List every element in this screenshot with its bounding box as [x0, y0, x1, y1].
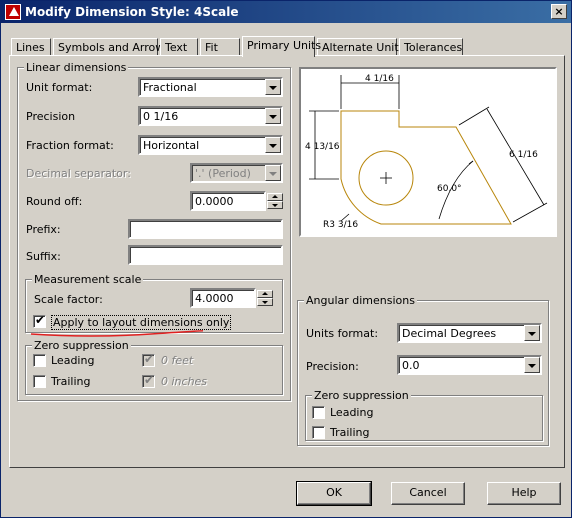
angular-units-format-select[interactable]: Decimal Degrees — [397, 323, 542, 343]
tab-alternate-units[interactable]: Alternate Units — [317, 38, 404, 56]
fraction-format-label: Fraction format: — [26, 139, 114, 152]
dialog-window: Modify Dimension Style: 4Scale × Lines S… — [0, 0, 572, 518]
round-off-label: Round off: — [26, 195, 83, 208]
chevron-down-icon[interactable] — [524, 357, 540, 373]
angular-precision-label: Precision: — [306, 360, 359, 373]
spin-up-icon[interactable] — [267, 193, 283, 201]
dimension-preview: 4 1/16 4 13/16 6 1/16 60.0° R3 3/16 — [299, 67, 557, 237]
autocad-icon — [5, 4, 21, 20]
precision-value: 0 1/16 — [143, 110, 179, 123]
close-button[interactable]: × — [551, 4, 567, 19]
group-title: Zero suppression — [32, 339, 131, 352]
unit-format-value: Fractional — [143, 81, 197, 94]
zero-feet-checkbox[interactable]: ✔ — [142, 352, 155, 367]
angular-trailing-checkbox[interactable] — [312, 426, 325, 439]
title-bar[interactable]: Modify Dimension Style: 4Scale × — [1, 1, 571, 23]
zero-inches-label: 0 inches — [161, 375, 208, 388]
angular-precision-value: 0.0 — [402, 359, 420, 372]
prefix-input[interactable] — [128, 219, 283, 239]
annotation-underline — [31, 330, 203, 337]
tab-symbols-and-arrows[interactable]: Symbols and Arrows — [53, 38, 170, 56]
zero-inches-checkbox[interactable]: ✔ — [142, 373, 155, 388]
round-off-input[interactable]: 0.0000 — [190, 191, 266, 211]
tab-primary-units[interactable]: Primary Units — [242, 36, 321, 57]
dim-right-text: 6 1/16 — [509, 150, 538, 160]
tab-fit[interactable]: Fit — [200, 38, 240, 56]
precision-select[interactable]: 0 1/16 — [138, 106, 283, 126]
zero-feet-label: 0 feet — [161, 354, 194, 367]
preview-geometry — [340, 110, 512, 225]
leading-label: Leading — [51, 354, 95, 367]
chevron-down-icon[interactable] — [265, 165, 281, 181]
fraction-format-select[interactable]: Horizontal — [138, 135, 283, 155]
checkmark-icon: ✔ — [35, 313, 46, 327]
scale-factor-label: Scale factor: — [34, 293, 103, 306]
chevron-down-icon[interactable] — [524, 325, 540, 341]
tab-text[interactable]: Text — [160, 38, 198, 56]
unit-format-label: Unit format: — [26, 81, 93, 94]
trailing-label: Trailing — [51, 375, 91, 388]
dim-angle-text: 60.0° — [437, 184, 462, 194]
suffix-input[interactable] — [128, 245, 283, 265]
prefix-label: Prefix: — [26, 223, 61, 236]
ok-button[interactable]: OK — [296, 481, 372, 506]
cancel-button[interactable]: Cancel — [391, 482, 465, 505]
group-title: Linear dimensions — [24, 61, 129, 74]
spin-down-icon[interactable] — [257, 298, 273, 306]
scale-factor-input[interactable]: 4.0000 — [190, 288, 256, 308]
window-title: Modify Dimension Style: 4Scale — [25, 5, 239, 19]
chevron-down-icon[interactable] — [265, 108, 281, 124]
leading-checkbox[interactable] — [33, 354, 46, 367]
angular-leading-checkbox[interactable] — [312, 406, 325, 419]
chevron-down-icon[interactable] — [265, 79, 281, 95]
decimal-separator-value: '.' (Period) — [195, 167, 251, 180]
scale-factor-spinner[interactable] — [257, 290, 273, 306]
group-title: Angular dimensions — [304, 294, 417, 307]
preview-drawing: 4 1/16 4 13/16 6 1/16 60.0° R3 3/16 — [305, 74, 548, 230]
spin-up-icon[interactable] — [257, 290, 273, 298]
dim-top-text: 4 1/16 — [365, 74, 394, 84]
spin-down-icon[interactable] — [267, 201, 283, 209]
angular-units-format-value: Decimal Degrees — [402, 327, 497, 340]
tab-lines[interactable]: Lines — [11, 38, 51, 56]
units-format-label: Units format: — [306, 327, 379, 340]
apply-layout-checkbox[interactable]: ✔ — [33, 313, 46, 328]
trailing-checkbox[interactable] — [33, 375, 46, 388]
decimal-separator-select[interactable]: '.' (Period) — [190, 163, 283, 183]
dim-left-text: 4 13/16 — [305, 142, 340, 152]
angular-trailing-label: Trailing — [330, 426, 370, 439]
angular-precision-select[interactable]: 0.0 — [397, 355, 542, 375]
chevron-down-icon[interactable] — [265, 137, 281, 153]
preview-dimension-lines — [309, 75, 548, 223]
unit-format-select[interactable]: Fractional — [138, 77, 283, 97]
scale-factor-value: 4.0000 — [195, 292, 234, 305]
group-title: Measurement scale — [32, 273, 144, 286]
round-off-value: 0.0000 — [195, 195, 234, 208]
suffix-label: Suffix: — [26, 250, 61, 263]
angular-leading-label: Leading — [330, 406, 374, 419]
tab-tolerances[interactable]: Tolerances — [399, 38, 463, 56]
checkmark-icon: ✔ — [144, 352, 155, 366]
precision-label: Precision — [26, 110, 76, 123]
fraction-format-value: Horizontal — [143, 139, 200, 152]
decimal-separator-label: Decimal separator: — [26, 167, 131, 180]
group-title: Zero suppression — [312, 389, 411, 402]
round-off-spinner[interactable] — [267, 193, 283, 209]
checkmark-icon: ✔ — [144, 373, 155, 387]
dim-radius-text: R3 3/16 — [323, 220, 358, 230]
help-button[interactable]: Help — [487, 482, 561, 505]
